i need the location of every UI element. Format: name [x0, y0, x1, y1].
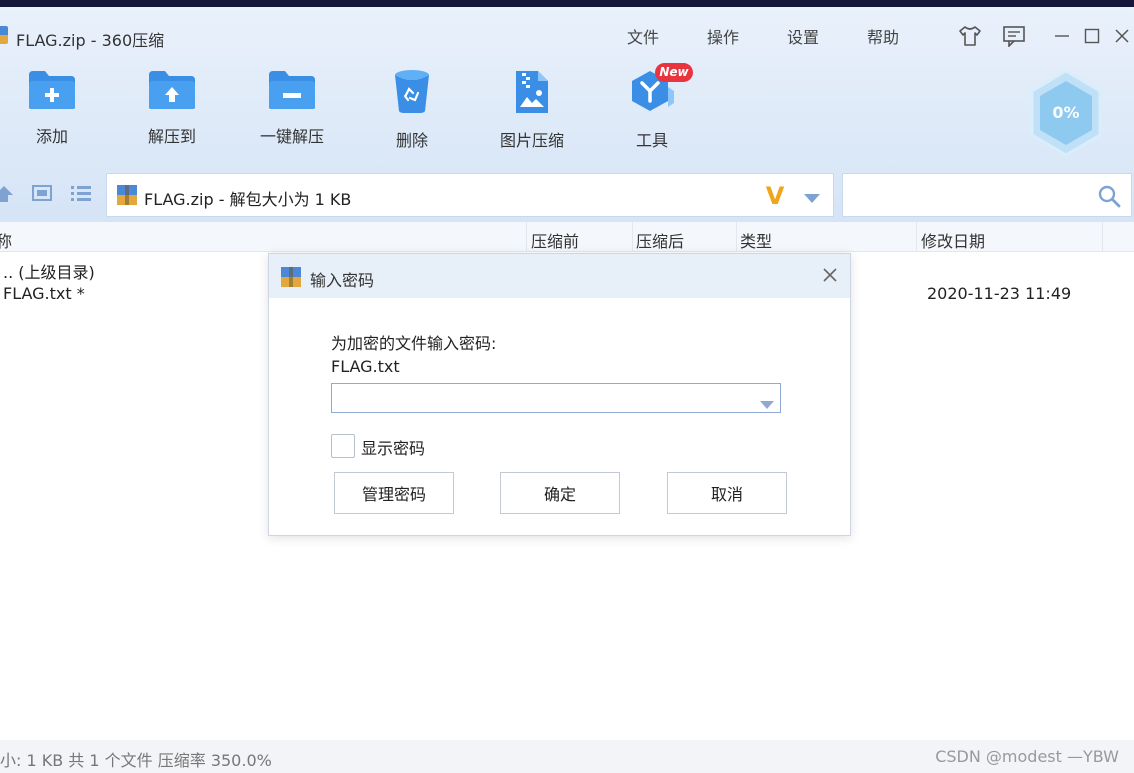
- compress-meter-percent: 0%: [1052, 103, 1080, 122]
- password-prompt: 为加密的文件输入密码:: [331, 334, 497, 353]
- search-input[interactable]: [842, 173, 1132, 217]
- close-icon[interactable]: [1110, 24, 1134, 48]
- menu-file[interactable]: 文件: [627, 24, 659, 48]
- thumbnail-view-icon[interactable]: [32, 184, 52, 206]
- file-name: .. (上级目录): [3, 263, 95, 282]
- app-header: FLAG.zip - 360压缩 文件 操作 设置 帮助 添加 解压到 一键解压…: [0, 7, 1134, 222]
- search-icon[interactable]: [1097, 184, 1121, 212]
- delete-button[interactable]: 删除: [362, 69, 462, 151]
- extract-to-label: 解压到: [147, 127, 196, 146]
- column-separator: [916, 222, 917, 252]
- maximize-icon[interactable]: [1080, 24, 1104, 48]
- menu-settings[interactable]: 设置: [787, 24, 819, 48]
- file-name: FLAG.txt *: [3, 284, 85, 303]
- add-label: 添加: [35, 127, 68, 146]
- column-original-size[interactable]: 压缩前: [531, 228, 579, 252]
- menu-help[interactable]: 帮助: [867, 24, 899, 48]
- add-button[interactable]: 添加: [2, 69, 102, 147]
- recycle-bin-icon: [395, 70, 429, 113]
- one-click-folder-icon: [269, 71, 315, 109]
- watermark: CSDN @modest —YBW: [935, 747, 1119, 766]
- show-password-checkbox[interactable]: [331, 434, 355, 458]
- up-level-arrow-icon[interactable]: [0, 185, 14, 207]
- v-logo-icon: V: [763, 182, 787, 212]
- menu-operation[interactable]: 操作: [707, 24, 739, 48]
- window-top-strip: [0, 0, 1134, 7]
- zip-file-icon: [116, 184, 138, 210]
- image-compress-icon: [516, 71, 548, 113]
- skin-shirt-icon[interactable]: [958, 24, 982, 48]
- image-compress-label: 图片压缩: [499, 131, 564, 150]
- app-zip-icon: [0, 26, 8, 44]
- column-name[interactable]: 称: [0, 228, 12, 252]
- new-badge: New: [655, 63, 693, 82]
- ok-button[interactable]: 确定: [500, 472, 620, 514]
- one-click-extract-button[interactable]: 一键解压: [242, 69, 342, 147]
- one-click-extract-label: 一键解压: [259, 127, 324, 146]
- cancel-button[interactable]: 取消: [667, 472, 787, 514]
- column-separator: [526, 222, 527, 252]
- column-modified-date[interactable]: 修改日期: [921, 228, 985, 252]
- password-history-dropdown-icon[interactable]: [760, 395, 774, 413]
- manage-passwords-button[interactable]: 管理密码: [334, 472, 454, 514]
- column-type[interactable]: 类型: [740, 228, 772, 252]
- extract-folder-icon: [149, 71, 195, 109]
- minimize-icon[interactable]: [1050, 24, 1074, 48]
- encrypted-filename: FLAG.txt: [331, 357, 400, 376]
- password-dialog: 输入密码 为加密的文件输入密码: FLAG.txt 显示密码 管理密码 确定 取…: [268, 253, 851, 536]
- extract-to-button[interactable]: 解压到: [122, 69, 222, 147]
- window-title: FLAG.zip - 360压缩: [16, 31, 165, 50]
- password-input[interactable]: [331, 383, 781, 413]
- status-text: 小: 1 KB 共 1 个文件 压缩率 350.0%: [0, 751, 272, 770]
- dialog-zip-icon: [280, 266, 302, 292]
- svg-text:V: V: [766, 182, 785, 208]
- image-compress-button[interactable]: 图片压缩: [482, 69, 582, 151]
- column-separator: [1102, 222, 1103, 252]
- status-bar: 小: 1 KB 共 1 个文件 压缩率 350.0% CSDN @modest …: [0, 740, 1134, 773]
- delete-label: 删除: [395, 131, 428, 150]
- column-header: 称 压缩前 压缩后 类型 修改日期: [0, 222, 1134, 252]
- path-bar[interactable]: FLAG.zip - 解包大小为 1 KB V: [106, 173, 834, 217]
- column-separator: [632, 222, 633, 252]
- file-modified-date: 2020-11-23 11:49: [927, 284, 1072, 303]
- add-folder-icon: [29, 71, 75, 109]
- path-dropdown-arrow-icon[interactable]: [804, 190, 820, 208]
- path-text: FLAG.zip - 解包大小为 1 KB: [144, 190, 352, 209]
- feedback-icon[interactable]: [1002, 24, 1026, 48]
- dialog-close-icon[interactable]: [820, 265, 840, 285]
- show-password-label[interactable]: 显示密码: [361, 435, 425, 459]
- dialog-titlebar: 输入密码: [269, 254, 850, 298]
- dialog-title: 输入密码: [310, 271, 375, 290]
- tools-label: 工具: [635, 131, 668, 150]
- list-view-icon[interactable]: [70, 184, 92, 206]
- column-compressed-size[interactable]: 压缩后: [636, 228, 684, 252]
- column-separator: [736, 222, 737, 252]
